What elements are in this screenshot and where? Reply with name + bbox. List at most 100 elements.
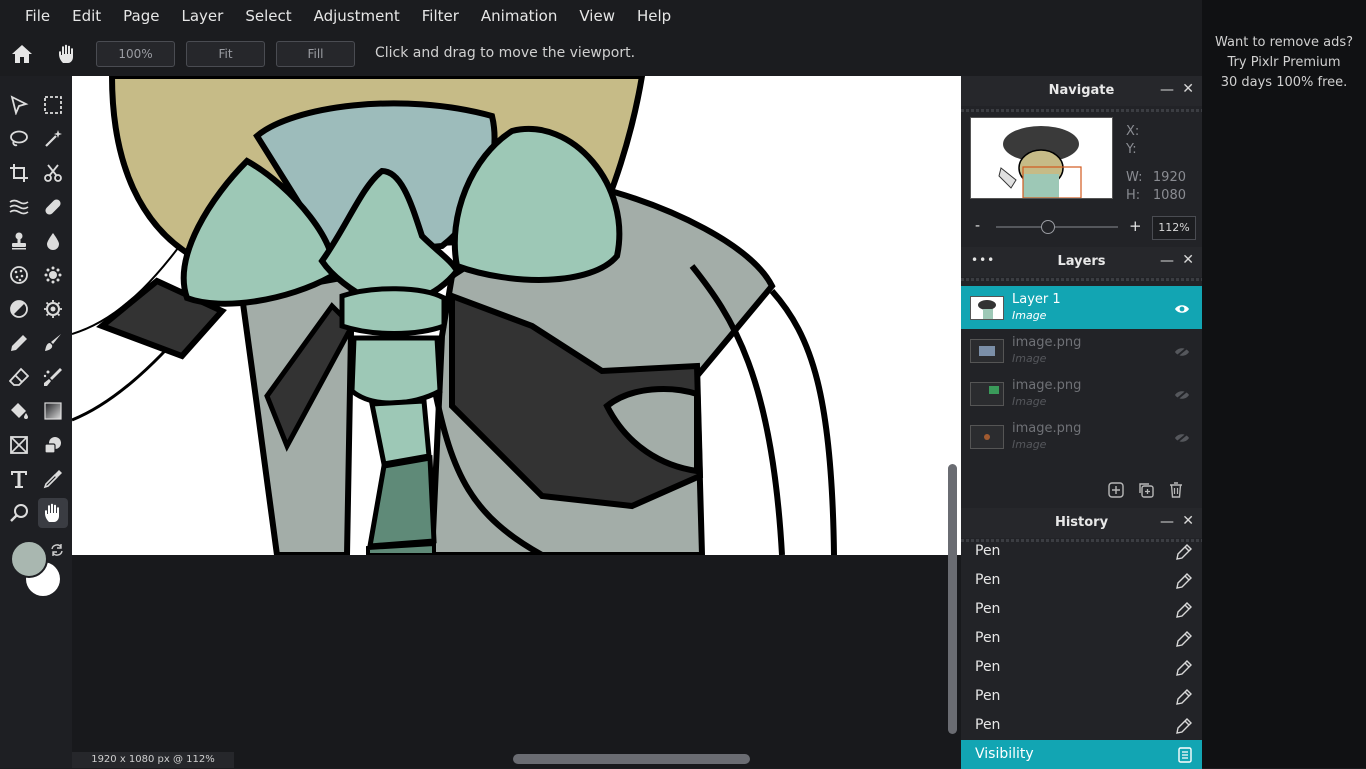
layer-row[interactable]: image.png Image <box>961 329 1202 372</box>
arrange-icon[interactable] <box>4 90 34 120</box>
pen-icon[interactable] <box>4 328 34 358</box>
blur-icon[interactable] <box>38 226 68 256</box>
visibility-doc-icon <box>1178 747 1192 767</box>
layer-row[interactable]: Layer 1 Image <box>961 286 1202 329</box>
shape-icon[interactable] <box>38 430 68 460</box>
layer-type: Image <box>1012 352 1047 365</box>
canvas-area[interactable] <box>72 76 961 768</box>
panel-grip[interactable] <box>961 109 1202 112</box>
navigator-thumbnail[interactable] <box>970 117 1113 199</box>
text-icon[interactable] <box>4 464 34 494</box>
duplicate-layer-icon[interactable] <box>1138 482 1154 502</box>
canvas-image[interactable] <box>72 76 961 555</box>
minimize-icon[interactable]: — <box>1160 82 1174 98</box>
history-item[interactable]: Pen <box>961 624 1202 653</box>
visibility-eye-icon[interactable] <box>1174 300 1190 319</box>
menu-bar: File Edit Page Layer Select Adjustment F… <box>0 0 1202 32</box>
history-item-label: Pen <box>975 688 1001 704</box>
visibility-hidden-icon[interactable] <box>1174 386 1190 405</box>
layer-row[interactable]: image.png Image <box>961 372 1202 415</box>
zoom-100-button[interactable]: 100% <box>96 41 175 67</box>
layers-panel-header: ••• Layers — ✕ <box>961 247 1202 277</box>
horizontal-scrollbar[interactable] <box>513 754 750 764</box>
history-item[interactable]: Pen <box>961 566 1202 595</box>
marquee-icon[interactable] <box>38 90 68 120</box>
add-layer-icon[interactable] <box>1108 482 1124 502</box>
fit-button[interactable]: Fit <box>186 41 265 67</box>
history-item[interactable]: Pen <box>961 682 1202 711</box>
menu-file[interactable]: File <box>0 0 61 32</box>
close-icon[interactable]: ✕ <box>1182 81 1194 97</box>
ad-text-line[interactable]: 30 days 100% free. <box>1202 75 1366 90</box>
zoom-slider-knob[interactable] <box>1041 220 1056 234</box>
clone-stamp-icon[interactable] <box>4 226 34 256</box>
visibility-hidden-icon[interactable] <box>1174 429 1190 448</box>
magic-wand-icon[interactable] <box>38 124 68 154</box>
menu-animation[interactable]: Animation <box>470 0 568 32</box>
layer-row[interactable]: image.png Image <box>961 415 1202 458</box>
close-icon[interactable]: ✕ <box>1182 252 1194 268</box>
history-item-label: Pen <box>975 659 1001 675</box>
smudge-icon[interactable] <box>38 362 68 392</box>
history-item-current[interactable]: Visibility <box>961 740 1202 769</box>
history-item[interactable]: Pen <box>961 595 1202 624</box>
frame-icon[interactable] <box>4 430 34 460</box>
lasso-icon[interactable] <box>4 124 34 154</box>
gradient-icon[interactable] <box>38 396 68 426</box>
history-item-label: Pen <box>975 717 1001 733</box>
cutout-icon[interactable] <box>38 158 68 188</box>
brush-icon[interactable] <box>38 328 68 358</box>
sharpen-icon[interactable] <box>38 294 68 324</box>
pen-icon <box>1176 631 1192 651</box>
color-replace-icon[interactable] <box>4 294 34 324</box>
close-icon[interactable]: ✕ <box>1182 513 1194 529</box>
minimize-icon[interactable]: — <box>1160 514 1174 530</box>
zoom-slider-track[interactable] <box>996 226 1118 228</box>
layer-name: image.png <box>1012 335 1082 350</box>
dodge-icon[interactable] <box>38 260 68 290</box>
eraser-icon[interactable] <box>4 362 34 392</box>
zoom-icon[interactable] <box>4 498 34 528</box>
pen-icon <box>1176 544 1192 564</box>
crop-icon[interactable] <box>4 158 34 188</box>
menu-help[interactable]: Help <box>626 0 682 32</box>
home-icon[interactable] <box>9 41 35 67</box>
menu-edit[interactable]: Edit <box>61 0 112 32</box>
layer-type: Image <box>1012 438 1047 451</box>
menu-select[interactable]: Select <box>234 0 302 32</box>
panel-grip[interactable] <box>961 278 1202 281</box>
layer-type: Image <box>1012 395 1047 408</box>
history-item[interactable]: Pen <box>961 711 1202 740</box>
sponge-icon[interactable] <box>4 260 34 290</box>
fill-button[interactable]: Fill <box>276 41 355 67</box>
foreground-color-swatch[interactable] <box>10 540 48 578</box>
menu-page[interactable]: Page <box>112 0 170 32</box>
history-item[interactable]: Pen <box>961 537 1202 566</box>
hand-icon[interactable] <box>54 41 80 67</box>
ad-text-line[interactable]: Want to remove ads? <box>1202 35 1366 50</box>
delete-layer-icon[interactable] <box>1169 481 1183 502</box>
minimize-icon[interactable]: — <box>1160 253 1174 269</box>
zoom-input[interactable]: 112% <box>1152 216 1196 240</box>
zoom-out-button[interactable]: - <box>975 218 980 234</box>
ad-text-line[interactable]: Try Pixlr Premium <box>1202 55 1366 70</box>
swap-colors-icon[interactable] <box>50 542 64 561</box>
history-item-label: Pen <box>975 601 1001 617</box>
menu-filter[interactable]: Filter <box>411 0 470 32</box>
menu-layer[interactable]: Layer <box>171 0 235 32</box>
heal-icon[interactable] <box>38 192 68 222</box>
pen-icon <box>1176 573 1192 593</box>
zoom-in-button[interactable]: + <box>1129 217 1142 235</box>
paint-bucket-icon[interactable] <box>4 396 34 426</box>
liquify-icon[interactable] <box>4 192 34 222</box>
right-panel: Navigate — ✕ X: Y: W: 1920 H: 1080 - + 1… <box>961 76 1202 769</box>
visibility-hidden-icon[interactable] <box>1174 343 1190 362</box>
h-label: H: <box>1126 188 1141 203</box>
history-item[interactable]: Pen <box>961 653 1202 682</box>
h-value: 1080 <box>1152 188 1186 203</box>
menu-view[interactable]: View <box>568 0 626 32</box>
hand-tool-icon[interactable] <box>38 498 68 528</box>
menu-adjustment[interactable]: Adjustment <box>303 0 411 32</box>
vertical-scrollbar[interactable] <box>948 464 957 734</box>
color-picker-icon[interactable] <box>38 464 68 494</box>
